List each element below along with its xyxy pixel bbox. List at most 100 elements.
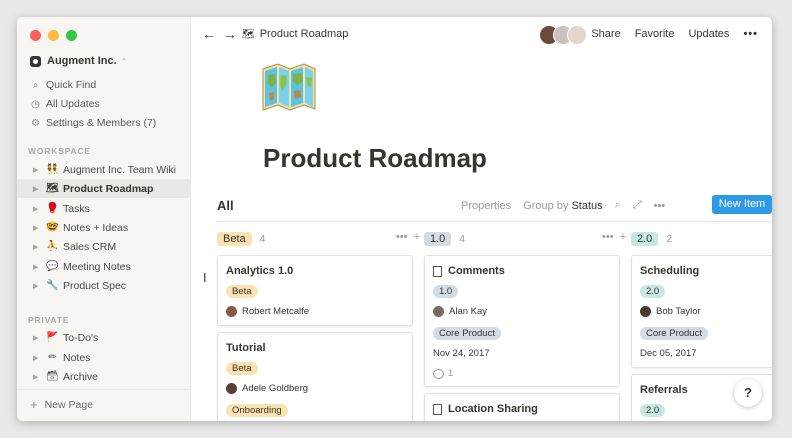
group-by-prefix: Group by xyxy=(523,199,569,212)
more-options-icon[interactable]: ••• xyxy=(654,200,666,212)
column-header-beta[interactable]: Beta 4 xyxy=(217,231,265,247)
expand-triangle-icon[interactable]: ▶ xyxy=(33,373,41,381)
status-badge: Beta xyxy=(226,362,258,375)
share-button[interactable]: Share xyxy=(591,28,620,40)
sidebar-page-todos[interactable]: ▶ 🚩 To-Do's xyxy=(17,328,190,347)
column-count: 2 xyxy=(666,233,673,245)
sidebar-page-team-wiki[interactable]: ▶ 👯 Augment Inc. Team Wiki xyxy=(17,160,190,179)
topbar: ← → 🗺 Product Roadmap Share Favorite Upda… xyxy=(191,25,772,45)
expand-triangle-icon[interactable]: ▶ xyxy=(33,263,41,271)
page-label: Archive xyxy=(63,370,99,383)
expand-triangle-icon[interactable]: ▶ xyxy=(33,166,41,174)
expand-triangle-icon[interactable]: ▶ xyxy=(33,205,41,213)
page-label: Product Roadmap xyxy=(63,182,154,195)
expand-triangle-icon[interactable]: ▶ xyxy=(33,282,41,290)
sidebar-page-product-roadmap[interactable]: ▶ 🗺 Product Roadmap xyxy=(17,179,190,198)
board-card-location-sharing[interactable]: Location Sharing xyxy=(424,393,620,421)
forward-arrow-icon[interactable]: → xyxy=(223,26,237,42)
app-window: Augment Inc. ⌃ ⌕ Quick Find ◷ All Update… xyxy=(17,17,772,421)
assignee-name: Bob Taylor xyxy=(656,306,701,317)
plus-icon[interactable]: + xyxy=(414,231,420,243)
sidebar-item-quick-find[interactable]: ⌕ Quick Find xyxy=(30,76,97,94)
card-title: Referrals xyxy=(640,384,688,396)
comment-icon xyxy=(433,368,444,379)
board-card-scheduling[interactable]: Scheduling 2.0 Bob Taylor Core Product D… xyxy=(631,255,772,368)
avatar xyxy=(226,306,237,317)
view-tools: Properties Group by Status ⌕ ⤢ ••• xyxy=(461,199,677,212)
column-count: 4 xyxy=(259,233,266,245)
maximize-window-button[interactable] xyxy=(66,30,77,41)
avatar xyxy=(433,306,444,317)
expand-triangle-icon[interactable]: ▶ xyxy=(33,354,41,362)
page-label: Notes xyxy=(63,351,91,364)
card-title: Scheduling xyxy=(640,265,700,277)
plus-icon[interactable]: + xyxy=(620,231,626,243)
category-tag: Core Product xyxy=(640,327,708,340)
workspace-name: Augment Inc. xyxy=(47,55,117,67)
back-arrow-icon[interactable]: ← xyxy=(202,26,216,42)
sidebar-page-tasks[interactable]: ▶ 🥊 Tasks xyxy=(17,199,190,218)
plus-icon: + xyxy=(30,397,38,412)
assignee-name: Robert Metcalfe xyxy=(242,306,310,317)
card-title-row: Location Sharing xyxy=(433,403,538,415)
sidebar-page-meeting-notes[interactable]: ▶ 💬 Meeting Notes xyxy=(17,257,190,276)
help-button[interactable]: ? xyxy=(734,379,762,407)
favorite-button[interactable]: Favorite xyxy=(635,28,675,40)
expand-triangle-icon[interactable]: ▶ xyxy=(33,224,41,232)
status-badge: Beta xyxy=(217,232,252,246)
more-options-icon[interactable]: ••• xyxy=(743,28,758,40)
sidebar-page-archive[interactable]: ▶ 🗃 Archive xyxy=(17,367,190,386)
column-header-1-0[interactable]: 1.0 4 xyxy=(424,231,465,247)
sidebar-page-notes[interactable]: ▶ ✏ Notes xyxy=(17,348,190,367)
page-label: Product Spec xyxy=(63,279,127,292)
clock-icon: ◷ xyxy=(31,98,40,110)
expand-triangle-icon[interactable]: ▶ xyxy=(33,243,41,251)
card-date: Nov 24, 2017 xyxy=(433,348,490,359)
map-emoji-icon: 🗺 xyxy=(46,183,59,194)
view-name[interactable]: All xyxy=(217,198,234,213)
minimize-window-button[interactable] xyxy=(48,30,59,41)
dancers-emoji-icon: 👯 xyxy=(46,164,59,175)
status-badge: Beta xyxy=(226,285,258,298)
search-icon[interactable]: ⌕ xyxy=(615,199,621,212)
page-label: Tasks xyxy=(63,202,90,215)
page-title[interactable]: Product Roadmap xyxy=(263,143,487,174)
sidebar-page-sales-crm[interactable]: ▶ ⛹ Sales CRM xyxy=(17,237,190,256)
new-item-button[interactable]: New Item xyxy=(712,195,772,214)
new-page-button[interactable]: + New Page xyxy=(30,397,93,412)
private-section-label: PRIVATE xyxy=(28,315,70,325)
properties-button[interactable]: Properties xyxy=(461,200,511,212)
map-emoji-icon: 🗺 xyxy=(242,28,255,40)
column-header-2-0[interactable]: 2.0 2 xyxy=(631,231,672,247)
status-badge: 2.0 xyxy=(631,232,659,246)
gear-icon: ⚙ xyxy=(31,117,40,129)
assignee: Bob Taylor xyxy=(640,306,701,317)
basketball-player-emoji-icon: ⛹ xyxy=(46,241,59,252)
page-label: Augment Inc. Team Wiki xyxy=(63,163,177,176)
board-card-tutorial[interactable]: Tutorial Beta Adele Goldberg Onboarding xyxy=(217,332,413,421)
more-options-icon[interactable]: ••• xyxy=(602,231,614,243)
group-by-button[interactable]: Group by Status xyxy=(523,200,603,212)
sidebar-page-notes-ideas[interactable]: ▶ 🤓 Notes + Ideas xyxy=(17,218,190,237)
sidebar-item-settings[interactable]: ⚙ Settings & Members (7) xyxy=(30,114,156,132)
expand-triangle-icon[interactable]: ▶ xyxy=(33,334,41,342)
page-label: Meeting Notes xyxy=(63,260,131,273)
sidebar-item-label: All Updates xyxy=(46,98,100,110)
breadcrumb[interactable]: 🗺 Product Roadmap xyxy=(242,28,348,40)
sidebar-item-all-updates[interactable]: ◷ All Updates xyxy=(30,95,100,113)
close-window-button[interactable] xyxy=(30,30,41,41)
board-card-analytics[interactable]: Analytics 1.0 Beta Robert Metcalfe xyxy=(217,255,413,326)
updates-button[interactable]: Updates xyxy=(688,28,729,40)
map-page-icon[interactable] xyxy=(260,61,318,113)
workspace-switcher[interactable]: Augment Inc. ⌃ xyxy=(30,55,127,67)
expand-icon[interactable]: ⤢ xyxy=(633,199,642,212)
sidebar-page-product-spec[interactable]: ▶ 🔧 Product Spec xyxy=(17,276,190,295)
page-label: To-Do's xyxy=(63,331,99,344)
assignee: Alan Kay xyxy=(433,306,487,317)
expand-triangle-icon[interactable]: ▶ xyxy=(33,185,41,193)
assignee-name: Alan Kay xyxy=(449,306,488,317)
card-title: Comments xyxy=(448,265,505,277)
board-card-comments[interactable]: Comments 1.0 Alan Kay Core Product Nov 2… xyxy=(424,255,620,387)
more-options-icon[interactable]: ••• xyxy=(396,231,408,243)
nav-arrows: ← → xyxy=(202,26,244,42)
